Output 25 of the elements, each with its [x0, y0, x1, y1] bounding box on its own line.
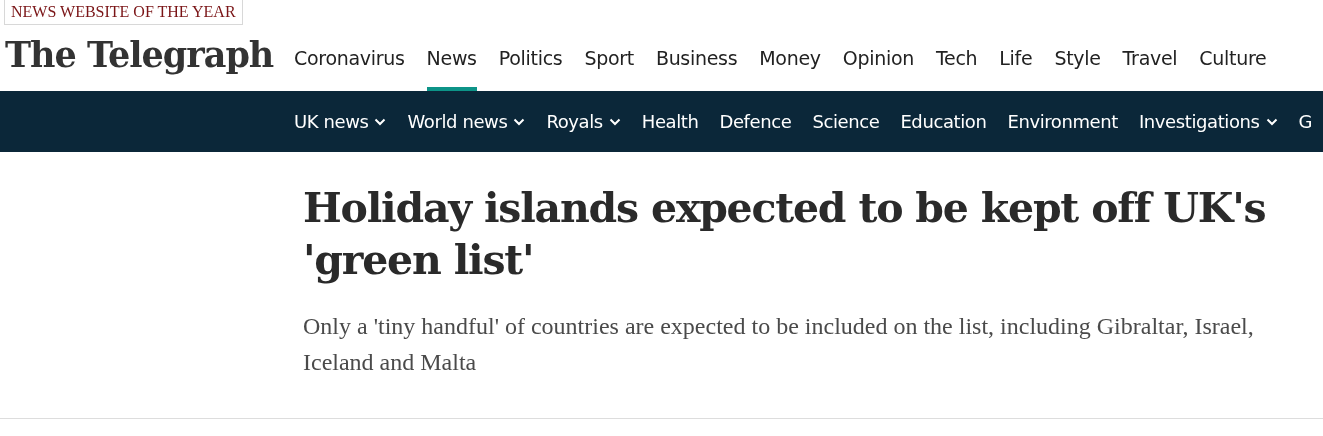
- section-link[interactable]: World news: [407, 108, 526, 135]
- section-link[interactable]: Defence: [719, 108, 792, 135]
- section-link[interactable]: Education: [900, 108, 987, 135]
- headline: Holiday islands expected to be kept off UK's 'green list': [303, 183, 1267, 286]
- nav-link[interactable]: Style: [1054, 25, 1101, 91]
- nav-link[interactable]: Travel: [1122, 25, 1178, 91]
- award-banner: NEWS WEBSITE OF THE YEAR: [4, 0, 243, 25]
- nav-link[interactable]: Politics: [498, 25, 563, 91]
- section-link[interactable]: Science: [812, 108, 880, 135]
- logo[interactable]: The Telegraph: [0, 28, 294, 82]
- section-link[interactable]: Royals: [546, 108, 621, 135]
- nav-link[interactable]: Coronavirus: [294, 25, 405, 91]
- nav-link[interactable]: Business: [655, 25, 738, 91]
- section-link[interactable]: Investigations: [1138, 108, 1278, 135]
- nav-link[interactable]: Tech: [935, 25, 978, 91]
- nav-link[interactable]: Money: [759, 25, 821, 91]
- section-link[interactable]: G: [1298, 108, 1313, 135]
- section-link[interactable]: UK news: [294, 108, 387, 135]
- standfirst: Only a 'tiny handful' of countries are expected to be included on the list, including Gibraltar, Israel, Iceland and Malta: [303, 312, 1255, 377]
- nav-link[interactable]: Sport: [584, 25, 634, 91]
- nav-link[interactable]: Life: [999, 25, 1033, 91]
- nav-link[interactable]: Opinion: [842, 25, 914, 91]
- nav-link[interactable]: Culture: [1199, 25, 1267, 91]
- section-link[interactable]: Environment: [1007, 108, 1118, 135]
- section-link[interactable]: Health: [641, 108, 699, 135]
